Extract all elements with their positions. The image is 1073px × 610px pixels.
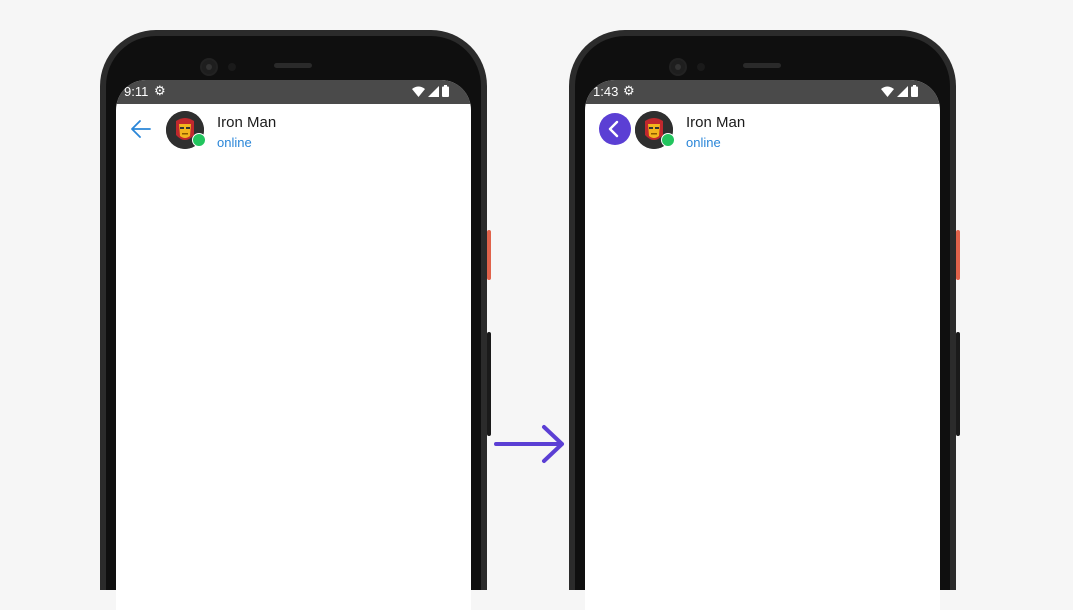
chat-header: Iron Man online [116, 104, 471, 164]
phone-screen: 1:43 ⚙ Iron Man online [585, 80, 940, 610]
phone-bezel: 9:11 ⚙ Iron Man online [106, 36, 481, 610]
contact-name: Iron Man [686, 114, 746, 131]
gear-icon: ⚙ [623, 83, 635, 98]
contact-name: Iron Man [217, 114, 277, 131]
proximity-sensor [697, 63, 705, 71]
proximity-sensor [228, 63, 236, 71]
wifi-icon [881, 86, 894, 97]
signal-icon [428, 85, 439, 97]
signal-icon [897, 85, 908, 97]
volume-button [956, 332, 960, 436]
phone-after: 1:43 ⚙ Iron Man online [569, 30, 960, 610]
chevron-left-icon [608, 120, 619, 138]
power-button [487, 230, 491, 280]
volume-button [487, 332, 491, 436]
wifi-icon [412, 86, 425, 97]
online-indicator [661, 133, 675, 147]
earpiece-speaker [274, 63, 312, 68]
chat-header: Iron Man online [585, 104, 940, 164]
phone-bezel: 1:43 ⚙ Iron Man online [575, 36, 950, 610]
arrow-right-icon [494, 425, 564, 463]
phone-before: 9:11 ⚙ Iron Man online [100, 30, 491, 610]
online-indicator [192, 133, 206, 147]
earpiece-speaker [743, 63, 781, 68]
status-icons [881, 85, 918, 97]
back-arrow-icon[interactable] [128, 116, 154, 142]
front-camera [669, 58, 687, 76]
power-button [956, 230, 960, 280]
contact-status: online [686, 135, 721, 150]
battery-icon [911, 85, 918, 97]
gear-icon: ⚙ [154, 83, 166, 98]
avatar[interactable] [166, 111, 206, 149]
status-time: 1:43 [593, 84, 619, 99]
status-icons [412, 85, 449, 97]
avatar[interactable] [635, 111, 675, 149]
contact-status: online [217, 135, 252, 150]
battery-icon [442, 85, 449, 97]
front-camera [200, 58, 218, 76]
phone-screen: 9:11 ⚙ Iron Man online [116, 80, 471, 610]
back-button[interactable] [599, 113, 631, 145]
status-bar: 9:11 ⚙ [116, 80, 471, 104]
status-time: 9:11 [124, 84, 149, 99]
status-bar: 1:43 ⚙ [585, 80, 940, 104]
